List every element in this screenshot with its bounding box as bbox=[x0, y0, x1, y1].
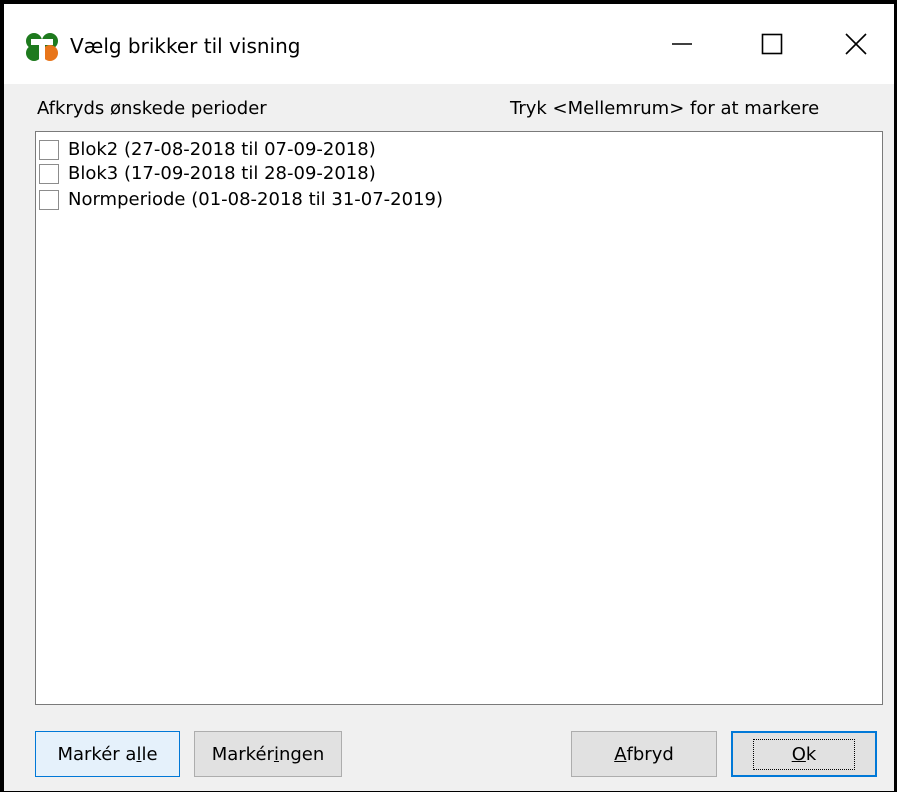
title-bar[interactable]: Vælg brikker til visning bbox=[4, 4, 894, 84]
maximize-icon bbox=[761, 33, 783, 55]
dialog-window: Vælg brikker til visning Afkryds ønskede… bbox=[0, 0, 897, 792]
list-item-label: Normperiode (01-08-2018 til 31-07-2019) bbox=[68, 189, 443, 210]
minimize-button[interactable] bbox=[637, 4, 727, 84]
list-item-label: Blok2 (27-08-2018 til 07-09-2018) bbox=[68, 139, 376, 160]
focus-rect: Ok bbox=[752, 738, 856, 770]
clover-app-icon bbox=[23, 30, 61, 64]
select-none-button[interactable]: Markér i ngen bbox=[194, 731, 342, 777]
checkbox[interactable] bbox=[39, 164, 59, 184]
window-title: Vælg brikker til visning bbox=[70, 34, 301, 58]
close-button[interactable] bbox=[817, 4, 894, 84]
close-icon bbox=[844, 33, 867, 55]
checkbox[interactable] bbox=[39, 140, 59, 160]
list-item[interactable]: Normperiode (01-08-2018 til 31-07-2019) bbox=[39, 189, 443, 211]
ok-button[interactable]: Ok bbox=[731, 731, 877, 777]
list-item[interactable]: Blok2 (27-08-2018 til 07-09-2018) bbox=[39, 139, 376, 161]
select-all-button[interactable]: Markér a l le bbox=[35, 731, 180, 777]
minimize-icon bbox=[672, 43, 692, 45]
cancel-button[interactable]: Afbryd bbox=[571, 731, 717, 777]
checkbox[interactable] bbox=[39, 190, 59, 210]
maximize-button[interactable] bbox=[727, 4, 817, 84]
periods-label: Afkryds ønskede perioder bbox=[37, 98, 267, 119]
list-item[interactable]: Blok3 (17-09-2018 til 28-09-2018) bbox=[39, 163, 376, 185]
space-hint-label: Tryk <Mellemrum> for at markere bbox=[510, 98, 820, 119]
list-item-label: Blok3 (17-09-2018 til 28-09-2018) bbox=[68, 163, 376, 184]
period-checklist[interactable]: Blok2 (27-08-2018 til 07-09-2018) Blok3 … bbox=[35, 131, 883, 705]
